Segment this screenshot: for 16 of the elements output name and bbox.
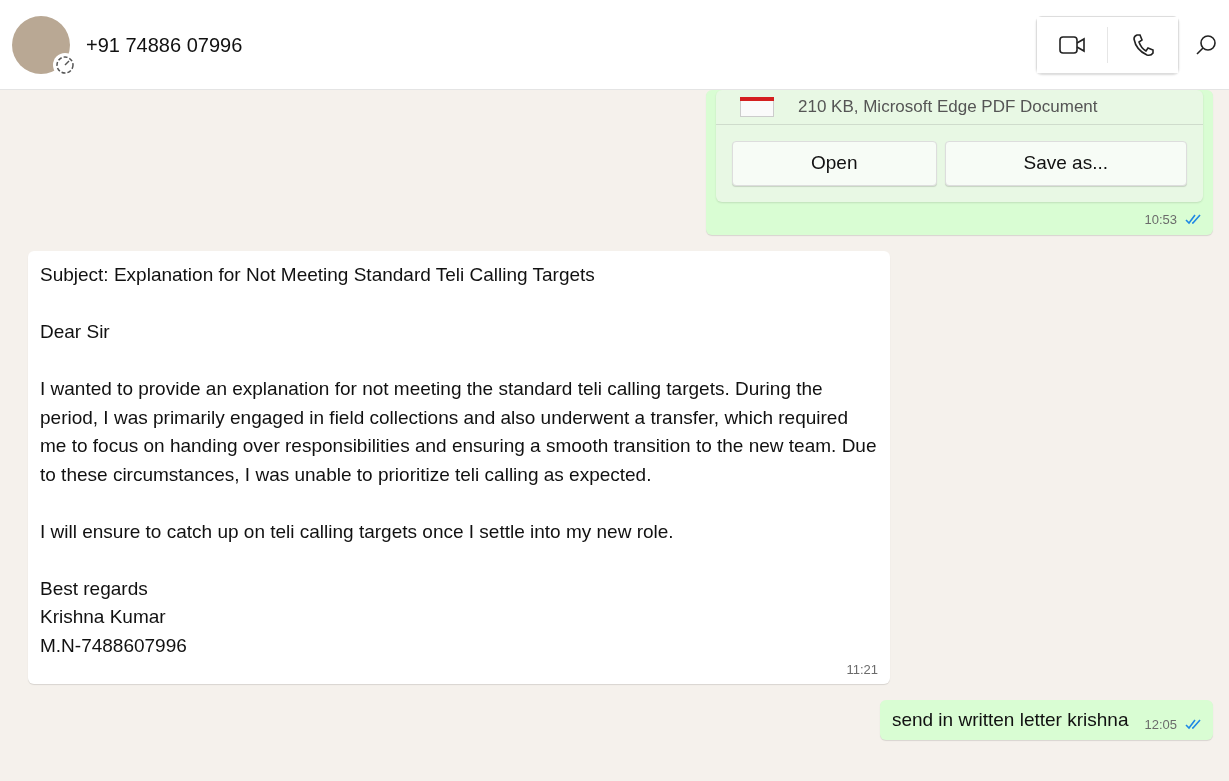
search-icon: [1195, 34, 1217, 57]
file-action-button[interactable]: Save as...: [944, 140, 1187, 186]
search-button[interactable]: [1195, 32, 1217, 57]
file-details: 210 KB, Microsoft Edge PDF Document: [798, 96, 1098, 118]
message-time: 12:05: [1144, 715, 1177, 734]
message-text: Subject: Explanation for Not Meeting Standard Teli Calling Targets Dear Sir I wanted to provide an explanation for not meeting the standard teli calling targets. During the period, I was primarily engaged in field collections and also underwent a transfer, which required me to focus on handing over responsibilities and ensuring a smooth transition to the new team. Due to these circumstances, I was unable to prioritize teli calling as expected. I will ensure to catch up on teli calling targets once I settle into my new role. Best regards Krishna Kumar M.N-7488607996: [40, 263, 878, 658]
contact-name: +91 74886 07996: [86, 32, 243, 58]
video-camera-icon: [1059, 36, 1085, 55]
message-time: 10:53: [1144, 210, 1177, 229]
phone-icon: [1132, 32, 1154, 57]
pdf-file-icon: [740, 96, 774, 117]
message-text: send in written letter krishna: [891, 707, 1129, 732]
message-time: 11:21: [846, 661, 878, 679]
video-call-button[interactable]: [1037, 16, 1107, 73]
voice-call-button[interactable]: [1108, 16, 1178, 73]
file-action-button[interactable]: Open: [732, 140, 937, 186]
